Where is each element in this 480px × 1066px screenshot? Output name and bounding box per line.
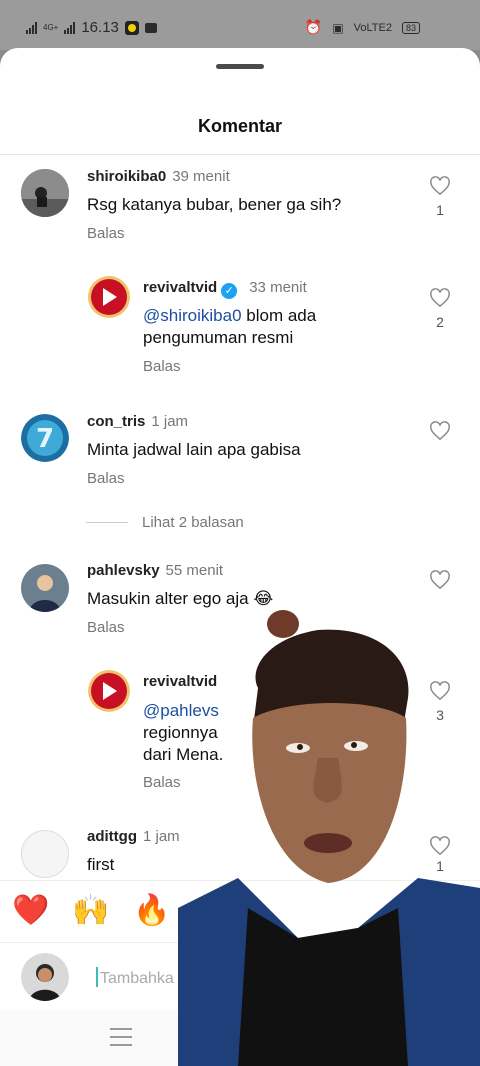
avatar[interactable]: 7: [21, 414, 69, 462]
heart-icon: [430, 421, 450, 441]
comment-time: 1 jam: [151, 413, 189, 430]
sheet-title: Komentar: [197, 116, 282, 136]
comment-username[interactable]: adittgg 1 jam: [87, 828, 180, 845]
comment-username[interactable]: revivaltvid ✓ 33 menit: [143, 279, 307, 299]
avatar[interactable]: [88, 276, 130, 318]
avatar[interactable]: [21, 169, 69, 217]
signal-icon: [26, 21, 37, 34]
like-count: 2: [436, 314, 444, 330]
svg-text:7: 7: [36, 424, 54, 454]
username-text[interactable]: pahlevsky: [87, 562, 160, 579]
username-text[interactable]: adittgg: [87, 828, 137, 845]
status-bar: 4G+ 16.13 ⏰ ▣ VoLTE2 83: [0, 0, 480, 50]
like-button[interactable]: [428, 570, 452, 590]
reply-button[interactable]: Balas: [87, 225, 125, 242]
comment-text: Masukin alter ego aja 😂: [87, 589, 274, 608]
comment-text: @shiroikiba0 blom ada pengumuman resmi: [143, 305, 383, 349]
comment-time: 33 menit: [249, 279, 307, 296]
reply-button[interactable]: Balas: [87, 619, 125, 636]
signal-icon-2: [64, 21, 76, 34]
view-replies-label[interactable]: Lihat 2 balasan: [142, 514, 244, 531]
divider: [0, 154, 480, 155]
reaction-raised-hands[interactable]: 🙌: [72, 893, 109, 928]
comment-username[interactable]: con_tris 1 jam: [87, 413, 188, 430]
network-label: 4G+: [43, 23, 59, 32]
comment-username[interactable]: pahlevsky 55 menit: [87, 562, 223, 579]
volte-label: VoLTE2: [353, 21, 392, 34]
reply-button[interactable]: Balas: [143, 774, 181, 791]
comment-time: 55 menit: [165, 562, 224, 579]
comment-text: Rsg katanya bubar, bener ga sih?: [87, 195, 342, 214]
battery-level: 83: [405, 22, 416, 33]
my-avatar: [21, 953, 69, 1001]
battery-icon: 83: [401, 21, 420, 34]
username-text[interactable]: shiroikiba0: [87, 168, 166, 185]
like-button[interactable]: 1: [428, 176, 452, 218]
verified-icon: ✓: [221, 283, 238, 299]
username-text[interactable]: con_tris: [87, 413, 145, 430]
reply-button[interactable]: Balas: [87, 470, 125, 487]
clock: 16.13: [81, 19, 119, 36]
view-replies-button[interactable]: Lihat 2 balasan: [86, 514, 244, 531]
comment-time: 1 jam: [143, 828, 180, 845]
avatar[interactable]: [88, 670, 130, 712]
vibrate-icon: ▣: [332, 20, 344, 35]
menu-icon[interactable]: [110, 1028, 132, 1046]
video-overlay: [178, 608, 480, 1066]
reply-button[interactable]: Balas: [143, 358, 181, 375]
reaction-heart[interactable]: ❤️: [12, 893, 49, 928]
app-notification-icon: [124, 20, 139, 35]
comment-username[interactable]: shiroikiba0 39 menit: [87, 168, 230, 185]
heart-icon: [430, 176, 450, 196]
divider: [86, 522, 128, 523]
drag-handle[interactable]: [216, 64, 264, 69]
heart-icon: [430, 570, 450, 590]
like-button[interactable]: 2: [428, 288, 452, 330]
comment-text: Minta jadwal lain apa gabisa: [87, 440, 301, 459]
heart-icon: [430, 288, 450, 308]
mention-link[interactable]: @shiroikiba0: [143, 306, 242, 325]
person-video-frame: [178, 610, 480, 1066]
comment-text: first: [87, 855, 115, 874]
avatar[interactable]: [21, 830, 69, 878]
alarm-icon: ⏰: [304, 19, 323, 35]
username-text[interactable]: revivaltvid: [143, 279, 217, 296]
reaction-fire[interactable]: 🔥: [133, 893, 170, 928]
like-button[interactable]: [428, 421, 452, 441]
comment-input[interactable]: Tambahka: [96, 967, 174, 988]
video-icon: [144, 22, 157, 33]
avatar[interactable]: [21, 564, 69, 612]
like-count: 1: [436, 202, 444, 218]
comment-time: 39 menit: [172, 168, 230, 185]
